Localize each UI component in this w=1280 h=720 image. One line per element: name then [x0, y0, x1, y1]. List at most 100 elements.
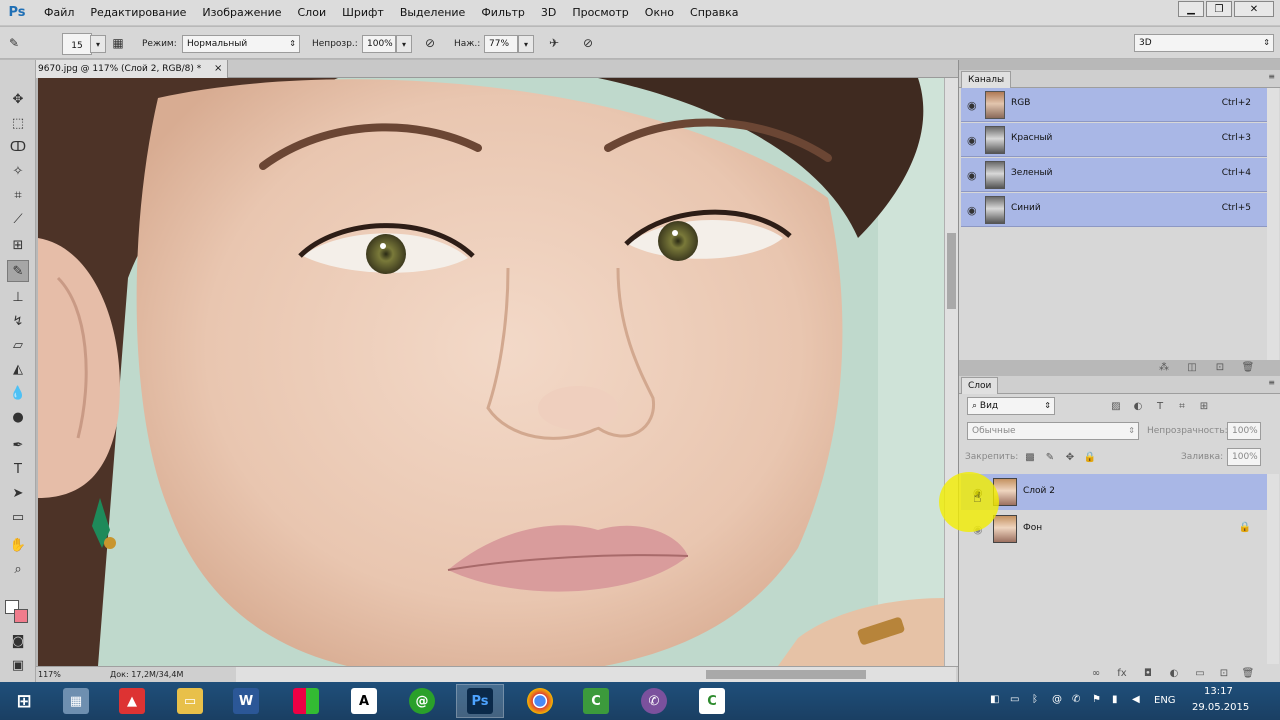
- brush-panel-icon[interactable]: ▦: [108, 33, 128, 53]
- new-group-icon[interactable]: ▭: [1193, 666, 1207, 680]
- menu-select[interactable]: Выделение: [392, 0, 474, 26]
- horizontal-scroll-thumb[interactable]: [706, 670, 866, 679]
- tray-flag-icon[interactable]: ⚑: [1092, 694, 1101, 705]
- new-layer-icon[interactable]: ⊡: [1217, 666, 1231, 680]
- panel-menu-icon[interactable]: ≡: [1268, 72, 1275, 81]
- language-indicator[interactable]: ENG: [1154, 695, 1176, 706]
- menu-layers[interactable]: Слои: [290, 0, 335, 26]
- mode-select[interactable]: Нормальный ⇕: [182, 35, 300, 53]
- layer-row-layer2[interactable]: ◉ Слой 2: [961, 474, 1267, 510]
- taskbar-app-camtasia[interactable]: C: [572, 684, 620, 718]
- pressure-opacity-icon[interactable]: ⊘: [420, 33, 440, 53]
- tray-mail-icon[interactable]: @: [1052, 694, 1062, 705]
- channels-scrollbar[interactable]: [1267, 88, 1279, 360]
- tray-battery-icon[interactable]: ▭: [1010, 694, 1019, 705]
- quick-select-tool-icon[interactable]: ✧: [7, 160, 29, 182]
- layer-filter-select[interactable]: ⌕ Вид ⇕: [967, 397, 1055, 415]
- fx-icon[interactable]: fx: [1115, 666, 1129, 680]
- start-button[interactable]: ⊞: [0, 684, 48, 718]
- brush-picker-dropdown[interactable]: ▾: [90, 35, 106, 53]
- panel-menu-icon[interactable]: ≡: [1268, 378, 1275, 387]
- filter-shape-icon[interactable]: ⌗: [1175, 399, 1189, 413]
- layers-tab[interactable]: Слои: [961, 377, 999, 394]
- flow-dropdown[interactable]: ▾: [518, 35, 534, 53]
- taskbar-app-tiles[interactable]: [282, 684, 330, 718]
- paint-bucket-tool-icon[interactable]: ◭: [7, 358, 29, 380]
- opacity-dropdown[interactable]: ▾: [396, 35, 412, 53]
- background-color-swatch[interactable]: [14, 609, 28, 623]
- taskbar-app-chrome[interactable]: [516, 684, 564, 718]
- menu-type[interactable]: Шрифт: [334, 0, 392, 26]
- lock-position-icon[interactable]: ✥: [1063, 450, 1077, 464]
- taskbar-app-camtasia-recorder[interactable]: C: [688, 684, 736, 718]
- add-mask-icon[interactable]: ◘: [1141, 666, 1155, 680]
- lasso-tool-icon[interactable]: ↀ: [7, 136, 29, 158]
- taskbar-app-font[interactable]: A: [340, 684, 388, 718]
- menu-edit[interactable]: Редактирование: [82, 0, 194, 26]
- lock-transparency-icon[interactable]: ▩: [1023, 450, 1037, 464]
- blur-tool-icon[interactable]: 💧: [7, 382, 29, 404]
- save-selection-icon[interactable]: ◫: [1185, 360, 1199, 374]
- layer-row-background[interactable]: ◉ Фон 🔒: [961, 511, 1267, 547]
- filter-smart-object-icon[interactable]: ⊞: [1197, 399, 1211, 413]
- trash-icon[interactable]: 🗑: [1241, 360, 1255, 374]
- marquee-tool-icon[interactable]: ⬚: [7, 112, 29, 134]
- clone-stamp-tool-icon[interactable]: ⊥: [7, 286, 29, 308]
- zoom-level[interactable]: 117%: [38, 667, 61, 682]
- zoom-tool-icon[interactable]: ⌕: [7, 558, 29, 580]
- layers-scrollbar[interactable]: [1267, 474, 1279, 664]
- menu-image[interactable]: Изображение: [194, 0, 289, 26]
- channels-tab[interactable]: Каналы: [961, 71, 1012, 88]
- dodge-tool-icon[interactable]: ●: [7, 406, 29, 428]
- channel-row-blue[interactable]: ◉ Синий Ctrl+5: [961, 193, 1267, 227]
- brush-tool-icon[interactable]: ✎: [7, 260, 29, 282]
- taskbar-app-calculator[interactable]: ▦: [52, 684, 100, 718]
- pressure-size-icon[interactable]: ⊘: [578, 33, 598, 53]
- taskbar-app-explorer[interactable]: ▭: [166, 684, 214, 718]
- new-channel-icon[interactable]: ⊡: [1213, 360, 1227, 374]
- eye-icon[interactable]: ◉: [967, 99, 977, 112]
- menu-window[interactable]: Окно: [637, 0, 682, 26]
- brush-tool-preset-icon[interactable]: ✎: [4, 33, 24, 53]
- blend-mode-select[interactable]: Обычные ⇕: [967, 422, 1139, 440]
- clock-time[interactable]: 13:17: [1204, 686, 1233, 697]
- taskbar-app-mail-agent[interactable]: @: [398, 684, 446, 718]
- taskbar-app-photoshop[interactable]: Ps: [456, 684, 504, 718]
- workspace-select[interactable]: 3D ⇕: [1134, 34, 1274, 52]
- flow-input[interactable]: 77%: [484, 35, 518, 53]
- trash-icon[interactable]: 🗑: [1241, 666, 1255, 680]
- channel-row-rgb[interactable]: ◉ RGB Ctrl+2: [961, 88, 1267, 122]
- vertical-scroll-thumb[interactable]: [947, 233, 956, 309]
- move-tool-icon[interactable]: ✥: [7, 88, 29, 110]
- quick-mask-icon[interactable]: ◙: [7, 630, 29, 652]
- healing-brush-tool-icon[interactable]: ⊞: [7, 234, 29, 256]
- tray-app-icon[interactable]: ◧: [990, 694, 999, 705]
- eye-icon[interactable]: ◉: [967, 134, 977, 147]
- lock-pixels-icon[interactable]: ✎: [1043, 450, 1057, 464]
- taskbar-app-word[interactable]: W: [222, 684, 270, 718]
- menu-3d[interactable]: 3D: [533, 0, 564, 26]
- eye-icon[interactable]: ◉: [967, 169, 977, 182]
- eyedropper-tool-icon[interactable]: ⟋: [7, 208, 29, 230]
- crop-tool-icon[interactable]: ⌗: [7, 184, 29, 206]
- minimize-button[interactable]: ▁: [1178, 1, 1204, 17]
- link-layers-icon[interactable]: ∞: [1089, 666, 1103, 680]
- filter-type-icon[interactable]: T: [1153, 399, 1167, 413]
- eraser-tool-icon[interactable]: ▱: [7, 334, 29, 356]
- horizontal-scrollbar[interactable]: [236, 667, 956, 682]
- menu-file[interactable]: Файл: [36, 0, 82, 26]
- type-tool-icon[interactable]: T: [7, 458, 29, 480]
- path-select-tool-icon[interactable]: ➤: [7, 482, 29, 504]
- close-button[interactable]: ✕: [1234, 1, 1274, 17]
- tray-viber-icon[interactable]: ✆: [1072, 694, 1080, 705]
- menu-filter[interactable]: Фильтр: [473, 0, 533, 26]
- fill-input[interactable]: 100%: [1227, 448, 1261, 466]
- channel-row-green[interactable]: ◉ Зеленый Ctrl+4: [961, 158, 1267, 192]
- document-canvas[interactable]: [38, 78, 944, 666]
- adjustment-layer-icon[interactable]: ◐: [1167, 666, 1181, 680]
- layer-opacity-input[interactable]: 100%: [1227, 422, 1261, 440]
- restore-button[interactable]: ❐: [1206, 1, 1232, 17]
- lock-all-icon[interactable]: 🔒: [1083, 450, 1097, 464]
- volume-icon[interactable]: ◀: [1132, 694, 1140, 705]
- opacity-input[interactable]: 100%: [362, 35, 396, 53]
